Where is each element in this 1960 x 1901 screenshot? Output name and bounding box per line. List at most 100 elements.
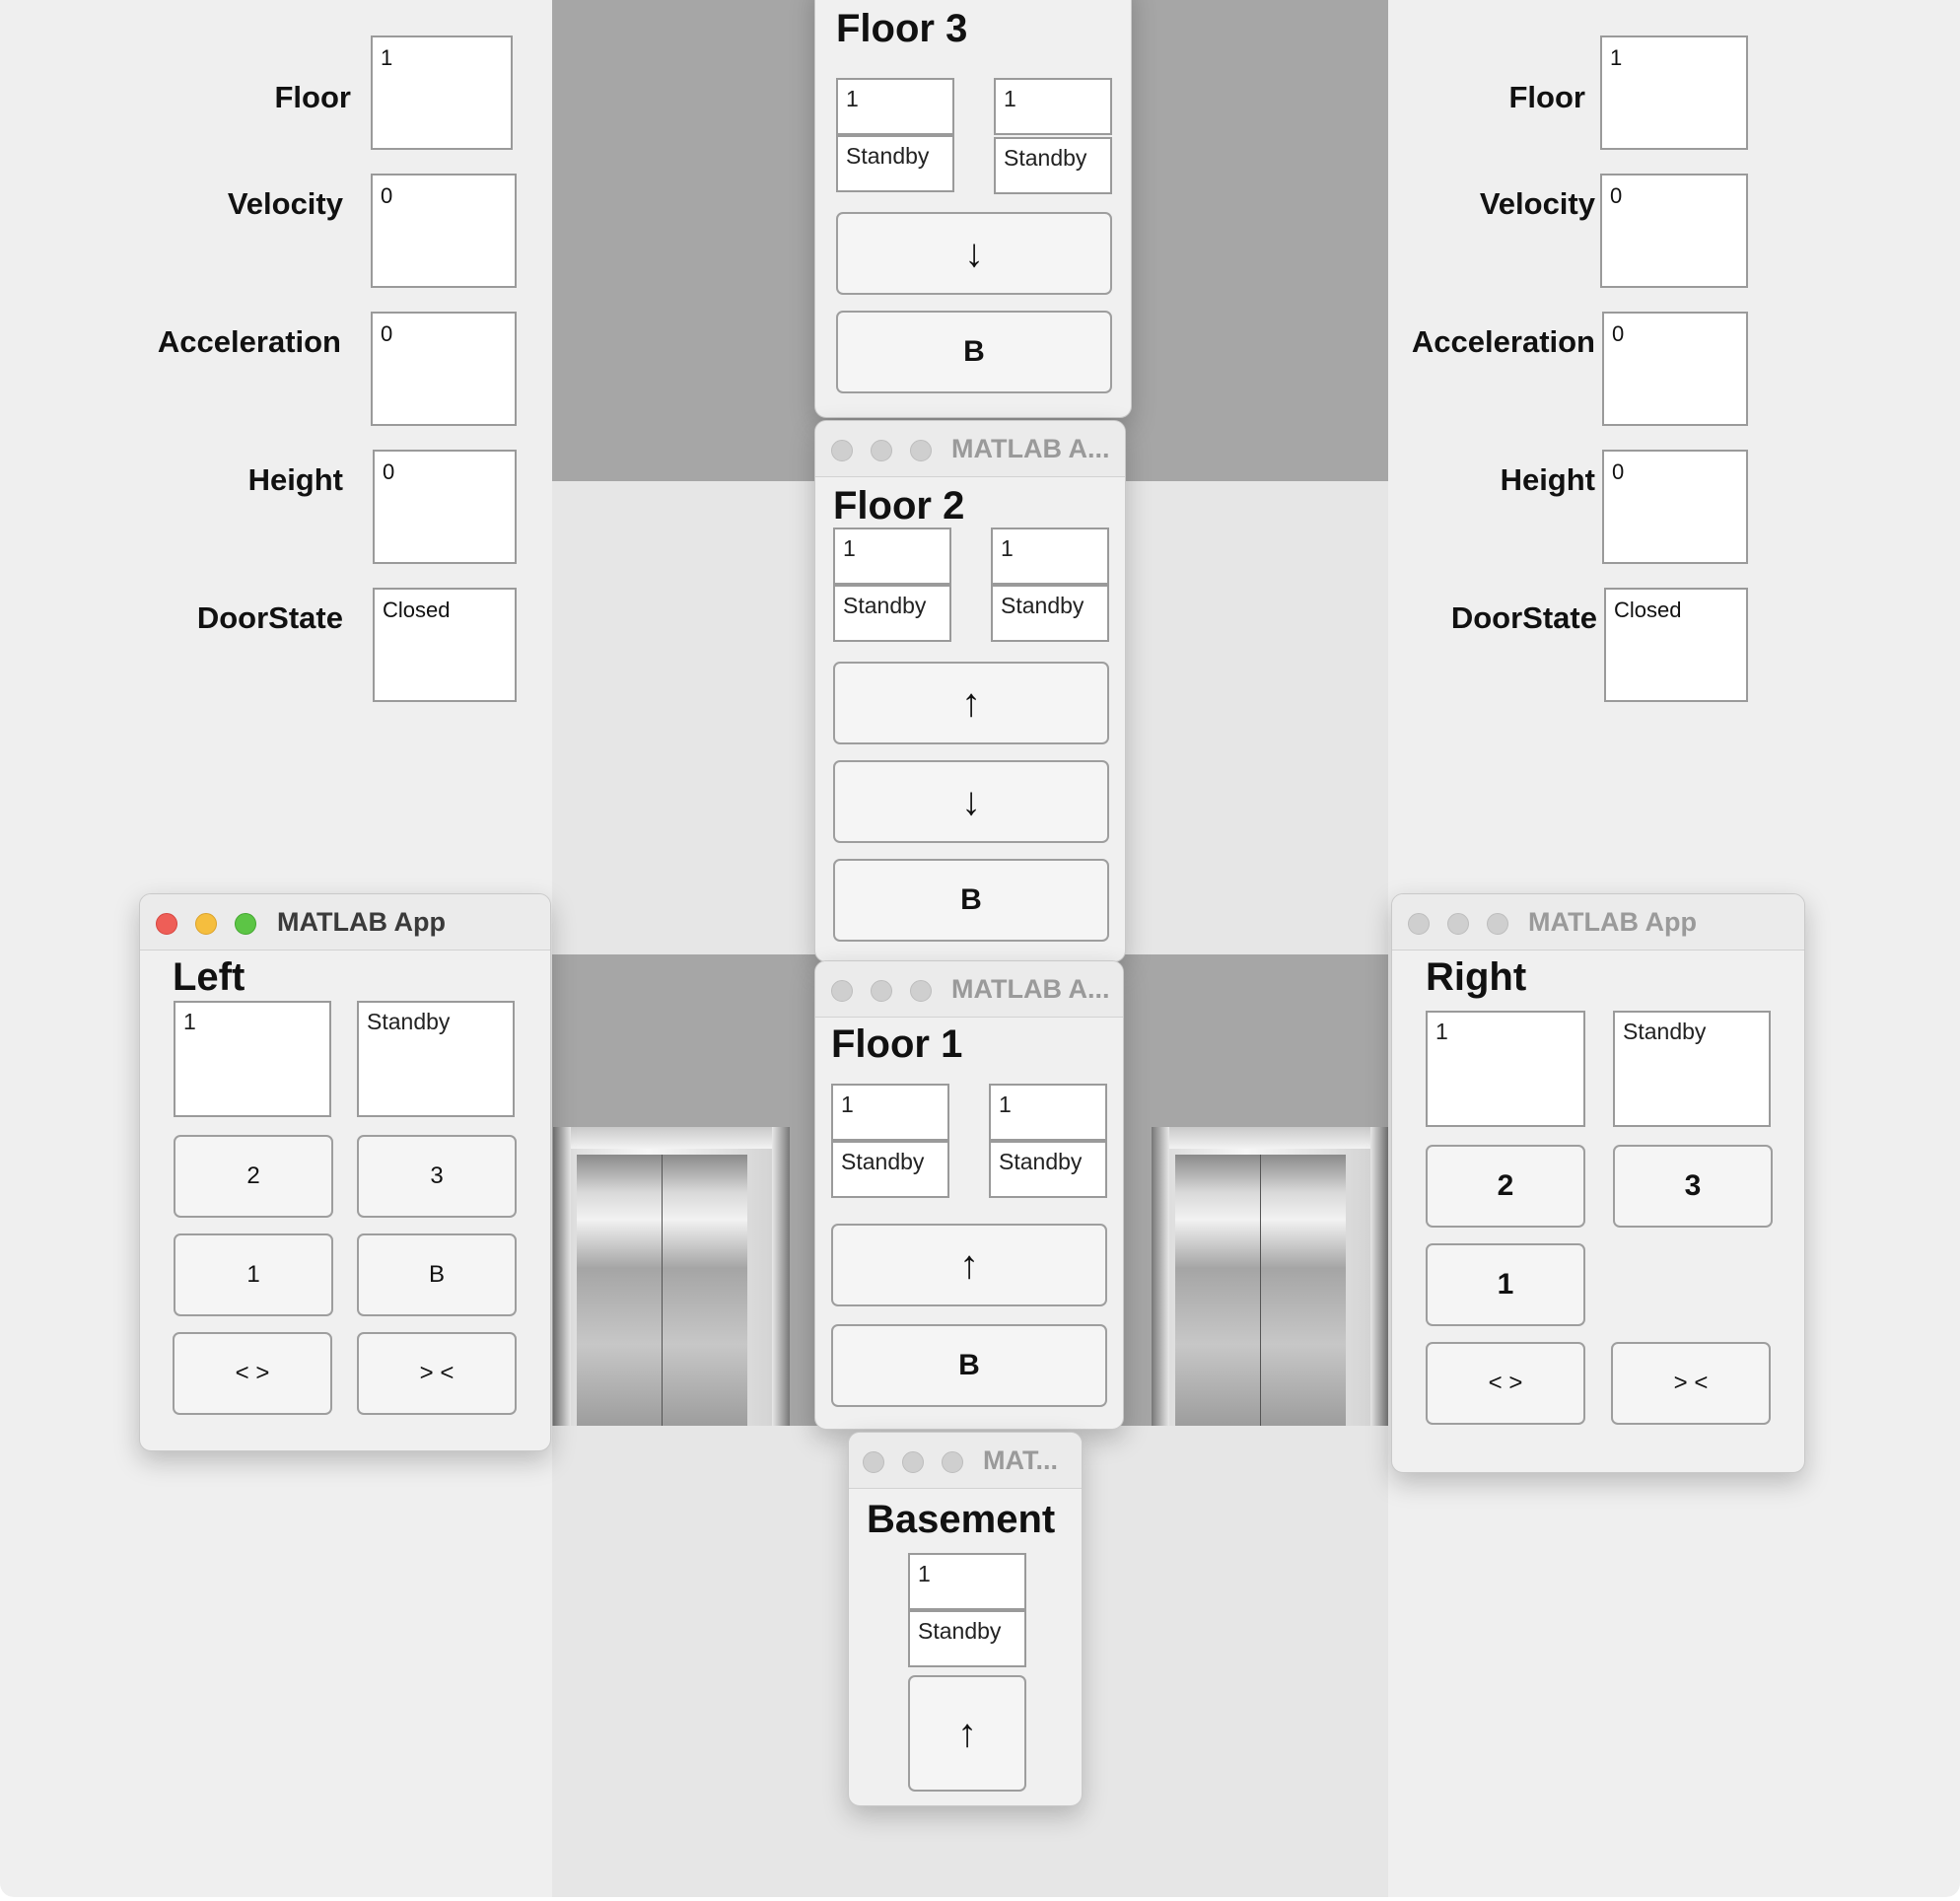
elevator-frame-left [1152,1127,1169,1426]
close-icon[interactable] [863,1451,884,1473]
left-car-window: MATLAB App Left 1 Standby 2 3 1 B < > > … [139,893,551,1451]
floor3-left-floor: 1 [836,78,954,135]
zoom-icon[interactable] [910,440,932,461]
right-velocity-label: Velocity [1479,186,1595,221]
basement-window-title: MAT... [983,1445,1058,1475]
right-floor-field[interactable]: 1 [1600,35,1748,150]
close-icon[interactable] [831,980,853,1002]
zoom-icon[interactable] [942,1451,963,1473]
floor3-left-state: Standby [836,135,954,192]
minimize-icon[interactable] [871,440,892,461]
right-car-open-door-button[interactable]: < > [1426,1342,1585,1425]
floor2-basement-button[interactable]: B [833,859,1109,942]
right-car-heading: Right [1426,955,1527,999]
minimize-icon[interactable] [871,980,892,1002]
close-icon[interactable] [1408,913,1430,935]
basement-window: MAT... Basement 1 Standby ↑ [848,1432,1083,1806]
floor1-up-button[interactable]: ↑ [831,1224,1107,1306]
right-car-floor3-button[interactable]: 3 [1613,1145,1773,1228]
left-car-open-door-button[interactable]: < > [173,1332,332,1415]
left-floor-field[interactable]: 1 [371,35,513,150]
elevator-door-left-panel [577,1155,663,1426]
right-car-state-display: Standby [1613,1011,1771,1127]
basement-titlebar: MAT... [849,1433,1082,1489]
elevator-door-right-panel [663,1155,747,1426]
minimize-icon[interactable] [1447,913,1469,935]
elevator-door-right-panel [1261,1155,1346,1426]
floor3-right-floor: 1 [994,78,1112,135]
left-elevator-doors [553,1127,790,1426]
left-car-floor-display: 1 [174,1001,331,1117]
right-car-floor1-button[interactable]: 1 [1426,1243,1585,1326]
floor2-window-title: MATLAB A... [951,434,1110,463]
floor2-window: MATLAB A... Floor 2 1 Standby 1 Standby … [814,420,1126,962]
right-height-label: Height [1500,462,1595,497]
close-icon[interactable] [831,440,853,461]
right-car-window: MATLAB App Right 1 Standby 2 3 1 < > > < [1391,893,1805,1473]
right-floor-label: Floor [1508,80,1586,114]
elevator-frame-top [553,1127,790,1149]
floor1-right-state: Standby [989,1141,1107,1198]
elevator-frame-right [772,1127,790,1426]
floor2-up-button[interactable]: ↑ [833,662,1109,744]
left-floor-label: Floor [274,80,352,114]
zoom-icon[interactable] [910,980,932,1002]
floor3-down-button[interactable]: ↓ [836,212,1112,295]
floor1-basement-button[interactable]: B [831,1324,1107,1407]
left-car-state-display: Standby [357,1001,515,1117]
floor3-window: Floor 3 1 Standby 1 Standby ↓ B [814,0,1132,418]
floor3-basement-button[interactable]: B [836,311,1112,393]
floor1-right-floor: 1 [989,1084,1107,1141]
right-car-floor2-button[interactable]: 2 [1426,1145,1585,1228]
elevator-door-left-panel [1175,1155,1261,1426]
right-acceleration-field[interactable]: 0 [1602,312,1748,426]
left-doorstate-field[interactable]: Closed [373,588,517,702]
basement-heading: Basement [867,1498,1056,1541]
elevator-frame-left [553,1127,571,1426]
left-doorstate-label: DoorState [196,600,343,635]
floor3-heading: Floor 3 [836,7,968,50]
left-car-floor3-button[interactable]: 3 [357,1135,517,1218]
left-acceleration-label: Acceleration [157,324,341,359]
basement-state: Standby [908,1610,1026,1667]
floor1-window: MATLAB A... Floor 1 1 Standby 1 Standby … [814,960,1124,1430]
zoom-icon[interactable] [1487,913,1508,935]
right-height-field[interactable]: 0 [1602,450,1748,564]
right-car-floor-display: 1 [1426,1011,1585,1127]
right-velocity-field[interactable]: 0 [1600,174,1748,288]
left-car-floor1-button[interactable]: 1 [174,1233,333,1316]
close-icon[interactable] [156,913,177,935]
right-doorstate-label: DoorState [1450,600,1597,635]
left-height-label: Height [247,462,343,497]
right-car-window-title: MATLAB App [1528,907,1697,937]
minimize-icon[interactable] [902,1451,924,1473]
left-car-close-door-button[interactable]: > < [357,1332,517,1415]
floor2-right-state: Standby [991,585,1109,642]
floor2-titlebar: MATLAB A... [815,421,1125,477]
left-car-window-title: MATLAB App [277,907,446,937]
elevator-frame-top [1152,1127,1388,1149]
left-car-basement-button[interactable]: B [357,1233,517,1316]
left-height-field[interactable]: 0 [373,450,517,564]
right-car-titlebar: MATLAB App [1392,894,1804,950]
floor1-left-state: Standby [831,1141,949,1198]
basement-up-button[interactable]: ↑ [908,1675,1026,1792]
left-velocity-label: Velocity [227,186,343,221]
left-velocity-field[interactable]: 0 [371,174,517,288]
left-acceleration-field[interactable]: 0 [371,312,517,426]
floor2-left-state: Standby [833,585,951,642]
left-car-titlebar: MATLAB App [140,894,550,950]
floor2-right-floor: 1 [991,528,1109,585]
floor2-down-button[interactable]: ↓ [833,760,1109,843]
basement-floor: 1 [908,1553,1026,1610]
floor1-heading: Floor 1 [831,1022,963,1066]
desktop: Floor 1 Velocity 0 Acceleration 0 Height… [0,0,1960,1897]
floor1-window-title: MATLAB A... [951,974,1110,1004]
floor1-titlebar: MATLAB A... [815,961,1123,1018]
right-doorstate-field[interactable]: Closed [1604,588,1748,702]
right-car-close-door-button[interactable]: > < [1611,1342,1771,1425]
left-car-floor2-button[interactable]: 2 [174,1135,333,1218]
minimize-icon[interactable] [195,913,217,935]
zoom-icon[interactable] [235,913,256,935]
elevator-frame-right [1370,1127,1388,1426]
